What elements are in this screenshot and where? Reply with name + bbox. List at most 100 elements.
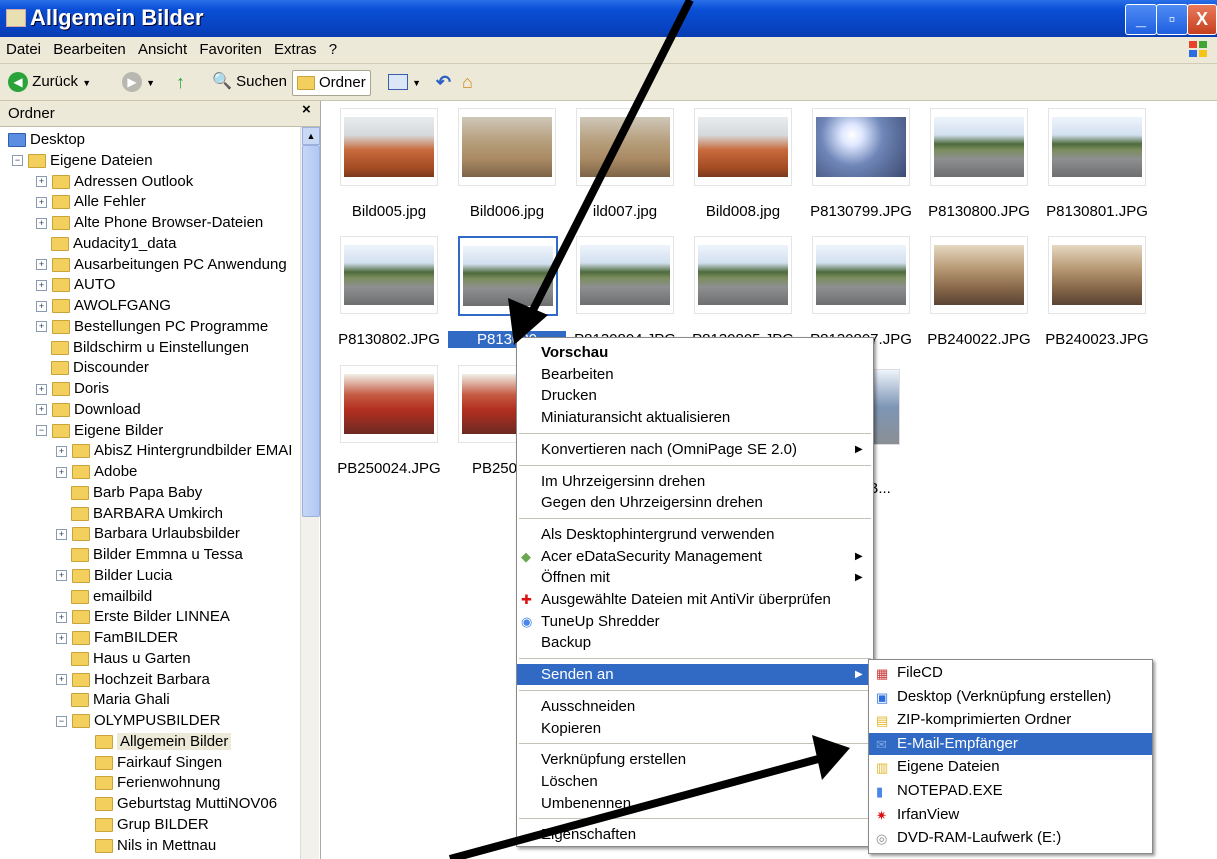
- maximize-button[interactable]: ▫: [1156, 4, 1188, 35]
- expand-icon[interactable]: +: [56, 445, 67, 457]
- expand-icon[interactable]: +: [36, 300, 47, 312]
- tree-item[interactable]: + Bestellungen PC Programme: [36, 317, 268, 337]
- tree-item[interactable]: − Eigene Dateien: [12, 151, 153, 171]
- collapse-icon[interactable]: −: [56, 715, 67, 727]
- file-thumbnail[interactable]: P8130799.JPG: [802, 106, 920, 236]
- expand-icon[interactable]: +: [56, 570, 67, 582]
- tree-item[interactable]: + Barbara Urlaubsbilder: [56, 524, 240, 544]
- send-to-item[interactable]: ▣ Desktop (Verknüpfung erstellen): [869, 686, 1152, 708]
- send-to-item[interactable]: ▥ Eigene Dateien: [869, 756, 1152, 778]
- context-menu-item[interactable]: Vorschau: [517, 342, 873, 363]
- context-menu-item[interactable]: Ausschneiden: [517, 696, 873, 717]
- expand-icon[interactable]: +: [56, 674, 67, 686]
- tree-item[interactable]: − OLYMPUSBILDER: [56, 711, 220, 731]
- tree-item[interactable]: Geburtstag MuttiNOV06: [80, 794, 277, 814]
- menu-bearbeiten[interactable]: Bearbeiten: [49, 37, 130, 58]
- context-menu-item[interactable]: Miniaturansicht aktualisieren: [517, 407, 873, 428]
- tree-item[interactable]: + Alle Fehler: [36, 192, 146, 212]
- tree-item[interactable]: BARBARA Umkirch: [56, 504, 223, 524]
- file-thumbnail[interactable]: Bild008.jpg: [684, 106, 802, 236]
- context-menu-item[interactable]: Löschen: [517, 771, 873, 792]
- send-to-item[interactable]: ✷ IrfanView: [869, 804, 1152, 826]
- context-menu-item[interactable]: Gegen den Uhrzeigersinn drehen: [517, 492, 873, 513]
- expand-icon[interactable]: +: [36, 259, 47, 271]
- tree-item[interactable]: + AbisZ Hintergrundbilder EMAI: [56, 441, 292, 461]
- context-menu-item[interactable]: Eigenschaften: [517, 824, 873, 845]
- file-thumbnail[interactable]: PB240022.JPG: [920, 234, 1038, 364]
- tree-item[interactable]: Discounder: [36, 358, 149, 378]
- tree-item[interactable]: Bilder Emmna u Tessa: [56, 545, 243, 565]
- expand-icon[interactable]: +: [36, 196, 47, 208]
- tree-item[interactable]: Barb Papa Baby: [56, 483, 202, 503]
- scroll-up-icon[interactable]: ▲: [302, 127, 320, 145]
- expand-icon[interactable]: +: [56, 466, 67, 478]
- menu-ansicht[interactable]: Ansicht: [134, 37, 191, 58]
- context-menu-item[interactable]: ◆ Acer eDataSecurity Management ▶: [517, 546, 873, 567]
- tree-item[interactable]: Allgemein Bilder: [80, 732, 232, 752]
- back-button[interactable]: ◀ Zurück ▼: [8, 70, 91, 94]
- context-menu-item[interactable]: Senden an ▶: [517, 664, 873, 686]
- views-button[interactable]: ▼: [388, 70, 421, 94]
- undo-button[interactable]: ↶: [436, 70, 451, 94]
- tree-item[interactable]: + Doris: [36, 379, 109, 399]
- send-to-item[interactable]: ✉ E-Mail-Empfänger: [869, 732, 1152, 755]
- expand-icon[interactable]: +: [36, 404, 47, 416]
- tree-item[interactable]: + Ausarbeitungen PC Anwendung: [36, 255, 287, 275]
- menu-help[interactable]: ?: [325, 37, 341, 58]
- context-menu-item[interactable]: Bearbeiten: [517, 364, 873, 385]
- context-menu-item[interactable]: Verknüpfung erstellen: [517, 749, 873, 770]
- scroll-thumb[interactable]: [302, 145, 320, 517]
- tree-item[interactable]: Audacity1_data: [36, 234, 176, 254]
- search-button[interactable]: 🔍 Suchen: [212, 70, 287, 94]
- tree-item[interactable]: Ferienwohnung: [80, 773, 220, 793]
- file-thumbnail[interactable]: Bild006.jpg: [448, 106, 566, 236]
- file-thumbnail[interactable]: PB250024.JPG: [330, 363, 448, 493]
- tree-item[interactable]: Grup BILDER: [80, 815, 209, 835]
- context-menu-item[interactable]: ◉ TuneUp Shredder: [517, 611, 873, 632]
- tree-item[interactable]: + Hochzeit Barbara: [56, 670, 210, 690]
- file-thumbnail[interactable]: Bild005.jpg: [330, 106, 448, 236]
- tree-item[interactable]: Bildschirm u Einstellungen: [36, 338, 249, 358]
- file-thumbnail[interactable]: ild007.jpg: [566, 106, 684, 236]
- tree-item[interactable]: + FamBILDER: [56, 628, 178, 648]
- tree-item[interactable]: Maria Ghali: [56, 690, 170, 710]
- expand-icon[interactable]: +: [56, 528, 67, 540]
- expand-icon[interactable]: +: [36, 217, 47, 229]
- folders-button[interactable]: Ordner: [292, 70, 371, 96]
- tree-item[interactable]: + Alte Phone Browser-Dateien: [36, 213, 263, 233]
- expand-icon[interactable]: +: [56, 611, 67, 623]
- context-menu-item[interactable]: Backup: [517, 632, 873, 653]
- send-to-item[interactable]: ▮ NOTEPAD.EXE: [869, 780, 1152, 802]
- tree-item[interactable]: Fairkauf Singen: [80, 753, 222, 773]
- menu-extras[interactable]: Extras: [270, 37, 321, 58]
- send-to-item[interactable]: ◎ DVD-RAM-Laufwerk (E:): [869, 827, 1152, 849]
- collapse-icon[interactable]: −: [12, 155, 23, 167]
- tree-item[interactable]: + Bilder Lucia: [56, 566, 172, 586]
- tree-item[interactable]: Haus u Garten: [56, 649, 191, 669]
- tree-item[interactable]: emailbild: [56, 587, 152, 607]
- menu-favoriten[interactable]: Favoriten: [195, 37, 266, 58]
- close-button[interactable]: X: [1187, 4, 1217, 35]
- expand-icon[interactable]: +: [36, 383, 47, 395]
- context-menu-item[interactable]: Umbenennen: [517, 793, 873, 814]
- context-menu-item[interactable]: Kopieren: [517, 718, 873, 739]
- partial-thumbnail[interactable]: [872, 369, 900, 445]
- tree-item[interactable]: Nils in Mettnau: [80, 836, 216, 856]
- tree-item[interactable]: + AUTO: [36, 275, 115, 295]
- tree-item[interactable]: + Adobe: [56, 462, 137, 482]
- close-pane-icon[interactable]: ×: [302, 101, 311, 118]
- expand-icon[interactable]: +: [56, 632, 67, 644]
- collapse-icon[interactable]: −: [36, 425, 47, 437]
- folder-tree-scrollbar[interactable]: ▲: [300, 127, 320, 859]
- up-folder-button[interactable]: ↑: [176, 70, 185, 94]
- minimize-button[interactable]: _: [1125, 4, 1157, 35]
- file-thumbnail[interactable]: P8130802.JPG: [330, 234, 448, 364]
- file-thumbnail[interactable]: P8130801.JPG: [1038, 106, 1156, 236]
- expand-icon[interactable]: +: [36, 321, 47, 333]
- context-menu-item[interactable]: Öffnen mit ▶: [517, 567, 873, 588]
- expand-icon[interactable]: +: [36, 176, 47, 188]
- tree-item[interactable]: + Adressen Outlook: [36, 172, 193, 192]
- file-thumbnail[interactable]: P8130800.JPG: [920, 106, 1038, 236]
- context-menu-item[interactable]: Im Uhrzeigersinn drehen: [517, 471, 873, 492]
- menu-datei[interactable]: Datei: [0, 37, 45, 58]
